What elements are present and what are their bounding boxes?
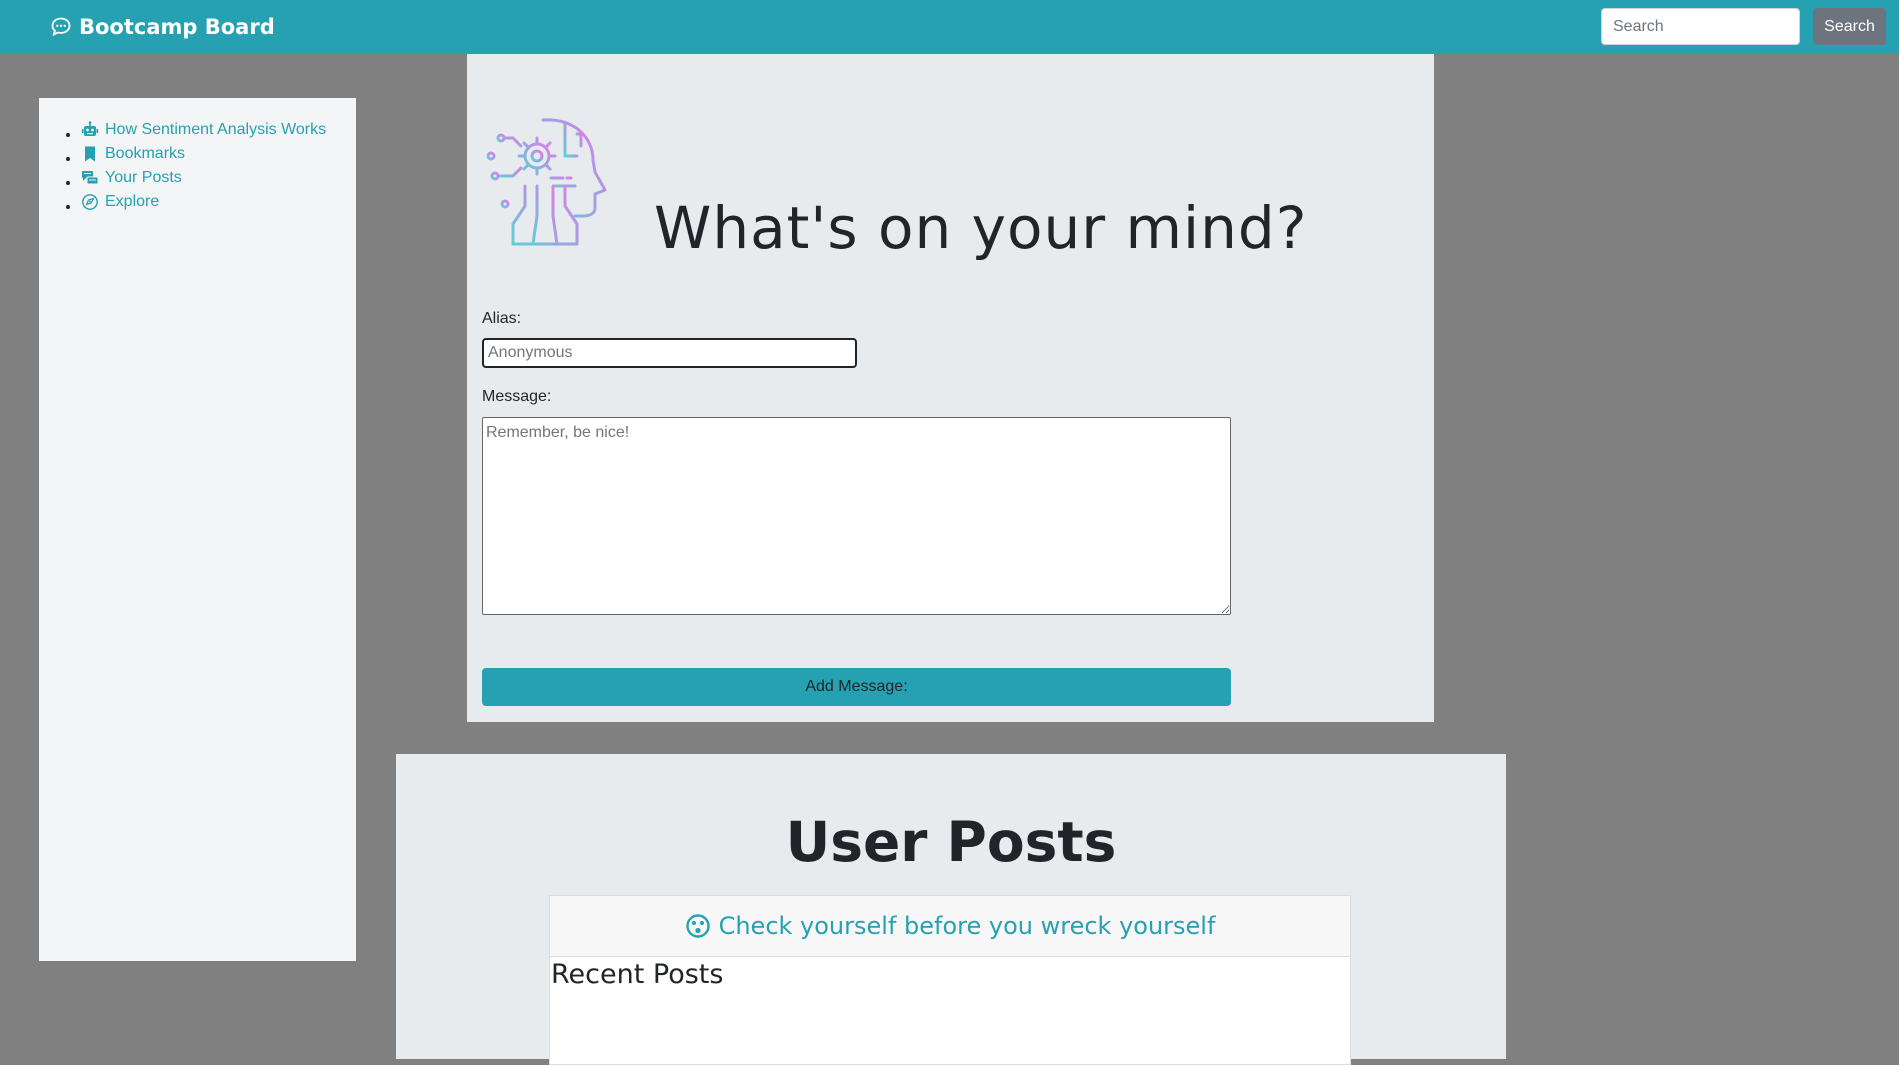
recent-posts-title: Recent Posts [551, 959, 724, 990]
sidebar-link-explore[interactable]: Explore [81, 190, 159, 214]
chat-bubble-icon [50, 16, 72, 38]
top-navbar: Bootcamp Board Search [0, 0, 1899, 53]
brand-link[interactable]: Bootcamp Board [50, 13, 275, 40]
sidebar-item-label: Your Posts [105, 169, 182, 186]
posts-banner: Check yourself before you wreck yourself [550, 896, 1350, 957]
brand-name: Bootcamp Board [79, 14, 275, 39]
message-textarea[interactable] [482, 417, 1231, 615]
sidebar-item-label: Bookmarks [105, 145, 186, 162]
sidebar-list: How Sentiment Analysis Works Bookmarks Y… [39, 118, 326, 214]
posts-icon [81, 169, 99, 187]
posts-title: User Posts [785, 810, 1117, 874]
sidebar-link-bookmarks[interactable]: Bookmarks [81, 142, 185, 166]
sidebar-link-sentiment[interactable]: How Sentiment Analysis Works [81, 118, 326, 142]
user-posts-card: User Posts Check yourself before you wre… [396, 754, 1506, 1065]
posts-panel: Check yourself before you wreck yourself… [549, 895, 1351, 1065]
robot-icon [81, 121, 99, 139]
sidebar-item-your-posts: Your Posts [81, 166, 326, 190]
sidebar-link-your-posts[interactable]: Your Posts [81, 166, 182, 190]
form-title: What's on your mind? [654, 194, 1308, 262]
sidebar-item-sentiment: How Sentiment Analysis Works [81, 118, 326, 142]
compass-icon [81, 193, 99, 211]
surprised-face-icon [685, 913, 711, 939]
search-input[interactable] [1601, 8, 1800, 45]
message-label: Message: [482, 388, 552, 405]
message-form-card: What's on your mind? Alias: Message: Add… [467, 54, 1434, 722]
bookmark-icon [81, 145, 99, 163]
sidebar-item-bookmarks: Bookmarks [81, 142, 326, 166]
sidebar-item-label: Explore [105, 193, 160, 210]
sidebar-item-explore: Explore [81, 190, 326, 214]
search-button[interactable]: Search [1813, 8, 1886, 45]
add-message-button[interactable]: Add Message: [482, 668, 1231, 706]
sidebar: How Sentiment Analysis Works Bookmarks Y… [39, 98, 356, 961]
alias-input[interactable] [482, 338, 857, 368]
posts-banner-text: Check yourself before you wreck yourself [718, 912, 1216, 940]
ai-head-icon [485, 116, 611, 248]
alias-label: Alias: [482, 310, 522, 327]
sidebar-item-label: How Sentiment Analysis Works [105, 121, 327, 138]
